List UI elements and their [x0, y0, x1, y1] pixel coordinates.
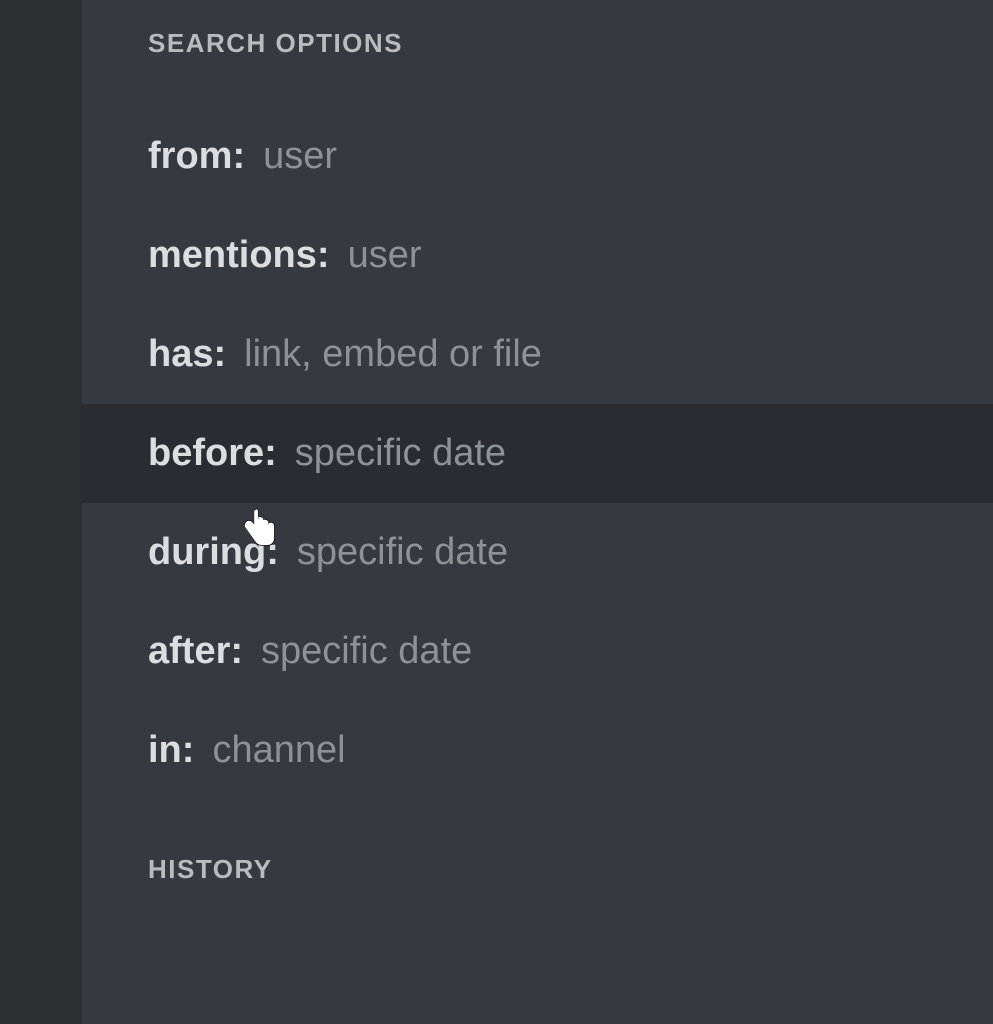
history-header: HISTORY	[82, 854, 993, 885]
option-key: from:	[148, 135, 245, 178]
option-hint: channel	[212, 729, 345, 772]
option-key: in:	[148, 729, 194, 772]
option-key: after:	[148, 630, 243, 673]
left-gutter	[0, 0, 82, 1024]
option-hint: user	[263, 135, 337, 178]
search-options-panel: SEARCH OPTIONS from: user mentions: user…	[82, 0, 993, 1024]
option-hint: specific date	[297, 531, 508, 574]
search-option-in[interactable]: in: channel	[82, 701, 993, 800]
search-option-during[interactable]: during: specific date	[82, 503, 993, 602]
search-option-after[interactable]: after: specific date	[82, 602, 993, 701]
option-key: before:	[148, 432, 277, 475]
option-key: mentions:	[148, 234, 330, 277]
option-hint: specific date	[261, 630, 472, 673]
search-option-from[interactable]: from: user	[82, 107, 993, 206]
option-key: has:	[148, 333, 226, 376]
search-option-has[interactable]: has: link, embed or file	[82, 305, 993, 404]
search-options-header: SEARCH OPTIONS	[82, 28, 993, 59]
search-option-mentions[interactable]: mentions: user	[82, 206, 993, 305]
option-hint: specific date	[295, 432, 506, 475]
search-option-before[interactable]: before: specific date	[82, 404, 993, 503]
option-hint: link, embed or file	[244, 333, 542, 376]
option-hint: user	[348, 234, 422, 277]
option-key: during:	[148, 531, 279, 574]
